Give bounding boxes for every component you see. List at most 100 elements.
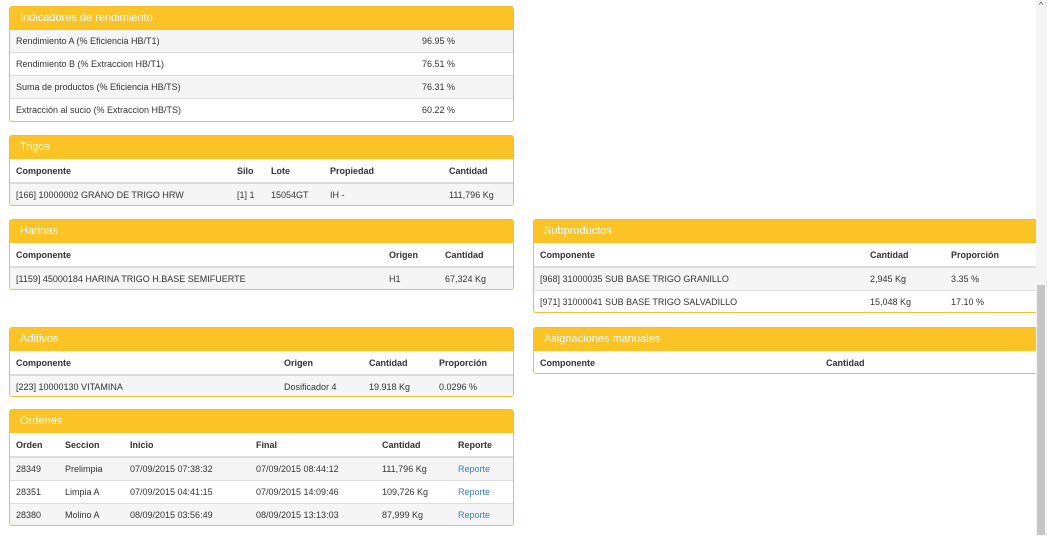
table-row: [968] 31000035 SUB BASE TRIGO GRANILLO 2… <box>534 267 1037 291</box>
aditivos-title: Aditivos <box>10 328 513 351</box>
table-cell: 15,048 Kg <box>864 290 945 312</box>
table-cell: 87,999 Kg <box>376 503 452 525</box>
table-cell: 07/09/2015 07:38:32 <box>124 457 250 481</box>
vertical-scrollbar[interactable]: ^ <box>1036 0 1047 536</box>
indicator-value: 60.22 % <box>416 98 513 121</box>
table-cell: 111,796 Kg <box>443 183 513 205</box>
trigos-panel: Trigos Componente Silo Lote Propiedad Ca… <box>9 135 514 206</box>
column-header: Origen <box>278 351 363 376</box>
indicadores-panel: Indicadores de rendimiento Rendimiento A… <box>9 6 514 122</box>
column-header: Silo <box>231 159 265 184</box>
table-cell: Reporte <box>452 480 513 504</box>
table-row: Rendimiento A (% Eficiencia HB/T1) 96.95… <box>10 30 513 53</box>
harinas-table: Componente Origen Cantidad [1159] 450001… <box>10 243 513 289</box>
column-header: Origen <box>383 243 439 268</box>
subproductos-table: Componente Cantidad Proporción [968] 310… <box>534 243 1037 312</box>
ordenes-panel: Ordenes Orden Seccion Inicio Final Canti… <box>9 409 514 526</box>
table-cell: [968] 31000035 SUB BASE TRIGO GRANILLO <box>534 267 864 291</box>
column-header: Componente <box>534 243 864 268</box>
column-header: Componente <box>10 243 383 268</box>
column-header: Reporte <box>452 433 513 458</box>
table-row: Extracción al sucio (% Extraccion HB/TS)… <box>10 98 513 121</box>
table-row: Rendimiento B (% Extraccion HB/T1) 76.51… <box>10 52 513 76</box>
table-cell: [166] 10000002 GRANO DE TRIGO HRW <box>10 183 231 205</box>
table-cell: 0.0296 % <box>433 375 513 396</box>
column-header: Proporción <box>945 243 1037 268</box>
column-header: Orden <box>10 433 59 458</box>
column-header: Componente <box>10 159 231 184</box>
reporte-link[interactable]: Reporte <box>458 464 490 474</box>
table-cell: 28380 <box>10 503 59 525</box>
table-cell: 28351 <box>10 480 59 504</box>
table-cell: Molino A <box>59 503 124 525</box>
indicator-label: Rendimiento A (% Eficiencia HB/T1) <box>10 30 416 53</box>
column-header: Cantidad <box>826 357 865 368</box>
table-row: [1159] 45000184 HARINA TRIGO H.BASE SEMI… <box>10 267 513 289</box>
table-cell: H1 <box>383 267 439 289</box>
column-header: Componente <box>540 357 595 368</box>
table-header-row: Componente Cantidad Proporción <box>534 243 1037 268</box>
table-cell: IH - <box>324 183 443 205</box>
table-cell: 109,726 Kg <box>376 480 452 504</box>
table-cell: Reporte <box>452 503 513 525</box>
aditivos-panel: Aditivos Componente Origen Cantidad Prop… <box>9 327 514 397</box>
aditivos-table: Componente Origen Cantidad Proporción [2… <box>10 351 513 396</box>
indicator-value: 96.95 % <box>416 30 513 53</box>
table-row: [166] 10000002 GRANO DE TRIGO HRW [1] 1 … <box>10 183 513 205</box>
table-cell: [223] 10000130 VITAMINA <box>10 375 278 396</box>
indicadores-table: Rendimiento A (% Eficiencia HB/T1) 96.95… <box>10 30 513 121</box>
subproductos-panel: Subproductos Componente Cantidad Proporc… <box>533 219 1038 313</box>
table-cell: 67,324 Kg <box>439 267 513 289</box>
asignaciones-table: Componente Cantidad <box>534 351 1037 373</box>
table-row: 28351 Limpia A 07/09/2015 04:41:15 07/09… <box>10 480 513 504</box>
table-cell: [1] 1 <box>231 183 265 205</box>
table-row: 28349 Prelimpia 07/09/2015 07:38:32 07/0… <box>10 457 513 481</box>
table-header-row: Componente Origen Cantidad Proporción <box>10 351 513 376</box>
table-row: 28380 Molino A 08/09/2015 03:56:49 08/09… <box>10 503 513 525</box>
harinas-title: Harinas <box>10 220 513 243</box>
trigos-title: Trigos <box>10 136 513 159</box>
trigos-table: Componente Silo Lote Propiedad Cantidad … <box>10 159 513 205</box>
column-header: Propiedad <box>324 159 443 184</box>
scroll-up-arrow-icon[interactable]: ^ <box>1036 0 1046 10</box>
indicator-label: Extracción al sucio (% Extraccion HB/TS) <box>10 98 416 121</box>
column-header: Cantidad <box>439 243 513 268</box>
table-cell: 08/09/2015 03:56:49 <box>124 503 250 525</box>
reporte-link[interactable]: Reporte <box>458 487 490 497</box>
table-row: Suma de productos (% Eficiencia HB/TS) 7… <box>10 75 513 99</box>
table-cell: Prelimpia <box>59 457 124 481</box>
table-cell: Reporte <box>452 457 513 481</box>
column-header: Lote <box>265 159 324 184</box>
table-cell: 08/09/2015 13:13:03 <box>250 503 376 525</box>
subproductos-title: Subproductos <box>534 220 1037 243</box>
table-row: [223] 10000130 VITAMINA Dosificador 4 19… <box>10 375 513 396</box>
indicadores-title: Indicadores de rendimiento <box>10 7 513 30</box>
reporte-link[interactable]: Reporte <box>458 510 490 520</box>
scrollbar-thumb[interactable] <box>1037 285 1045 535</box>
column-header: Cantidad <box>376 433 452 458</box>
table-cell: 07/09/2015 08:44:12 <box>250 457 376 481</box>
column-header: Final <box>250 433 376 458</box>
table-cell: 07/09/2015 14:09:46 <box>250 480 376 504</box>
column-header: Cantidad <box>443 159 513 184</box>
indicator-value: 76.31 % <box>416 75 513 99</box>
indicator-value: 76.51 % <box>416 52 513 76</box>
column-header: Proporción <box>433 351 513 376</box>
ordenes-title: Ordenes <box>10 410 513 433</box>
column-header: Componente <box>10 351 278 376</box>
asignaciones-panel: Asignaciones manuales Componente Cantida… <box>533 327 1038 374</box>
table-cell: 3.35 % <box>945 267 1037 291</box>
table-cell: [1159] 45000184 HARINA TRIGO H.BASE SEMI… <box>10 267 383 289</box>
table-header-row: Componente Cantidad <box>534 351 1037 373</box>
column-header: Cantidad <box>363 351 433 376</box>
indicator-label: Rendimiento B (% Extraccion HB/T1) <box>10 52 416 76</box>
harinas-panel: Harinas Componente Origen Cantidad [1159… <box>9 219 514 290</box>
table-cell: 17.10 % <box>945 290 1037 312</box>
table-cell: 2,945 Kg <box>864 267 945 291</box>
table-header-row: Componente Origen Cantidad <box>10 243 513 268</box>
table-cell: [971] 31000041 SUB BASE TRIGO SALVADILLO <box>534 290 864 312</box>
table-cell: 111,796 Kg <box>376 457 452 481</box>
column-header: Cantidad <box>864 243 945 268</box>
column-header: Inicio <box>124 433 250 458</box>
table-cell: 07/09/2015 04:41:15 <box>124 480 250 504</box>
